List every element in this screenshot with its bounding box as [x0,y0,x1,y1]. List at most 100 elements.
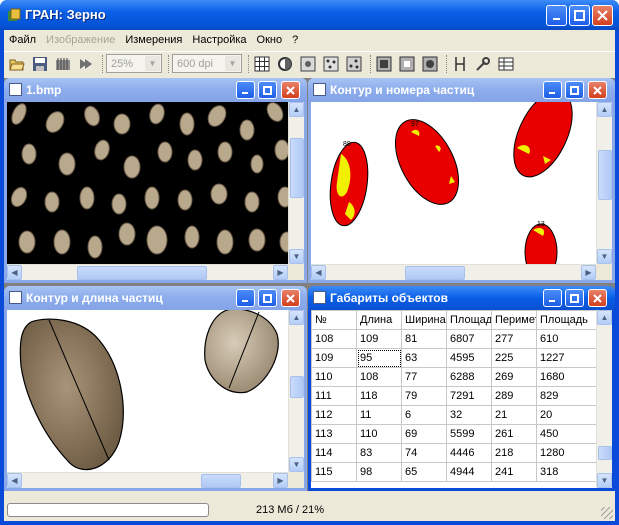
menu-help[interactable]: ? [287,34,303,46]
noise-button[interactable] [321,54,341,74]
minimize-button[interactable] [546,5,567,26]
resize-grip[interactable] [601,507,613,519]
scroll-down-arrow[interactable]: ▼ [597,473,612,488]
table-button[interactable] [496,54,516,74]
dimensions-minimize[interactable] [543,289,562,307]
scroll-right-arrow[interactable]: ▶ [273,265,288,280]
table-cell[interactable]: 241 [491,462,537,482]
scroll-thumb[interactable] [77,266,207,280]
contour-length-titlebar[interactable]: Контур и длина частиц [4,286,307,310]
table-cell[interactable]: 109 [356,329,402,349]
image-vscrollbar[interactable]: ▲ ▼ [288,102,304,264]
table-cell[interactable]: 114 [311,443,357,463]
table-cell[interactable]: 5599 [446,424,492,444]
scan-button[interactable] [53,54,73,74]
contour-button[interactable] [275,54,295,74]
table-cell[interactable]: 74 [401,443,447,463]
table-row[interactable]: 114 83 74 4446 218 1280 [311,443,597,463]
scroll-thumb[interactable] [405,266,465,280]
chevron-down-icon[interactable]: ▼ [225,56,240,71]
table-cell[interactable]: 81 [401,329,447,349]
table-cell[interactable]: 113 [311,424,357,444]
table-cell[interactable]: 277 [491,329,537,349]
dots-button[interactable] [344,54,364,74]
column-header[interactable]: Площадь [446,310,492,330]
table-cell[interactable]: 110 [311,367,357,387]
table-row[interactable]: 113 110 69 5599 261 450 [311,424,597,444]
measure-button[interactable] [450,54,470,74]
table-cell[interactable]: 225 [491,348,537,368]
dimensions-window[interactable]: Габариты объектов №ДлинаШиринаПлощадьПер… [308,286,615,491]
table-row[interactable]: 108 109 81 6807 277 610 [311,329,597,349]
table-cell[interactable]: 1280 [536,443,597,463]
table-cell[interactable]: 6807 [446,329,492,349]
table-cell[interactable]: 77 [401,367,447,387]
image-window-titlebar[interactable]: 1.bmp [4,78,307,102]
maximize-button[interactable] [569,5,590,26]
table-cell[interactable]: 32 [446,405,492,425]
scroll-down-arrow[interactable]: ▼ [289,457,304,472]
table-cell[interactable]: 109 [311,348,357,368]
contour-numbers-minimize[interactable] [543,81,562,99]
table-cell[interactable]: 450 [536,424,597,444]
settings-button[interactable] [473,54,493,74]
scroll-left-arrow[interactable]: ◀ [311,265,326,280]
menu-window[interactable]: Окно [252,34,288,46]
dpi-select[interactable]: 600 dpi ▼ [172,54,242,73]
table-cell[interactable]: 65 [401,462,447,482]
menu-file[interactable]: Файл [4,34,41,46]
open-button[interactable] [7,54,27,74]
table-cell[interactable]: 20 [536,405,597,425]
table-cell[interactable]: 7291 [446,386,492,406]
dimensions-vscrollbar[interactable]: ▲ ▼ [596,310,612,488]
table-cell[interactable]: 6288 [446,367,492,387]
scroll-up-arrow[interactable]: ▲ [597,102,612,117]
contour-length-canvas[interactable]: ▲ ▼ ◀ ▶ [7,310,304,488]
grid-button[interactable] [252,54,272,74]
image-window-minimize[interactable] [236,81,255,99]
table-cell[interactable]: 110 [356,424,402,444]
column-header[interactable]: Длина [356,310,402,330]
scroll-up-arrow[interactable]: ▲ [597,310,612,325]
table-cell[interactable]: 115 [311,462,357,482]
table-cell[interactable]: 261 [491,424,537,444]
table-row[interactable]: 111 118 79 7291 289 829 [311,386,597,406]
menu-settings[interactable]: Настройка [187,34,251,46]
table-cell[interactable]: 98 [356,462,402,482]
scroll-thumb[interactable] [290,376,304,398]
table-cell[interactable]: 95 [356,348,402,368]
table-cell[interactable]: 4595 [446,348,492,368]
contour-numbers-canvas[interactable]: 88971354 ▲ ▼ ◀ ▶ [311,102,612,280]
filter-button[interactable] [298,54,318,74]
image-canvas[interactable]: ▲ ▼ ◀ ▶ [7,102,304,280]
scroll-up-arrow[interactable]: ▲ [289,102,304,117]
contour-numbers-window[interactable]: Контур и номера частиц 88 97 13 ▲ ▼ ◀ ▶ [308,78,615,283]
table-row[interactable]: 115 98 65 4944 241 318 [311,462,597,482]
table-row[interactable]: 109 95 63 4595 225 1227 [311,348,597,368]
erode-button[interactable] [397,54,417,74]
table-cell[interactable]: 6 [401,405,447,425]
contour-length-vscrollbar[interactable]: ▲ ▼ [288,310,304,472]
fill-button[interactable] [374,54,394,74]
contour-numbers-hscrollbar[interactable]: ◀ ▶ [311,264,596,280]
table-cell[interactable]: 79 [401,386,447,406]
scroll-thumb[interactable] [598,446,612,460]
image-hscrollbar[interactable]: ◀ ▶ [7,264,288,280]
table-cell[interactable]: 289 [491,386,537,406]
menu-measurements[interactable]: Измерения [120,34,187,46]
column-header[interactable]: Площадь [536,310,597,330]
dilate-button[interactable] [420,54,440,74]
table-cell[interactable]: 108 [356,367,402,387]
table-cell[interactable]: 83 [356,443,402,463]
table-cell[interactable]: 269 [491,367,537,387]
image-window-maximize[interactable] [258,81,277,99]
table-cell[interactable]: 4944 [446,462,492,482]
close-button[interactable] [592,5,613,26]
table-cell[interactable]: 112 [311,405,357,425]
column-header[interactable]: Периметр [491,310,537,330]
scroll-thumb[interactable] [290,138,304,198]
zoom-select[interactable]: 25% ▼ [106,54,162,73]
menu-image[interactable]: Изображение [41,34,120,46]
scroll-up-arrow[interactable]: ▲ [289,310,304,325]
contour-numbers-titlebar[interactable]: Контур и номера частиц [308,78,615,102]
